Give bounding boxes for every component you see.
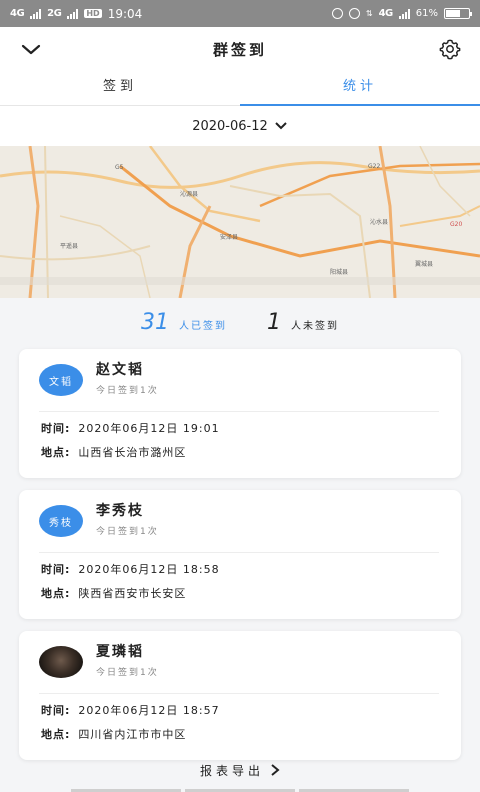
map-label: G5 [115, 164, 124, 171]
map-label: G22 [368, 163, 380, 170]
location-label: 地点: [41, 587, 71, 600]
chevron-down-icon [275, 122, 287, 130]
gear-icon[interactable] [439, 38, 461, 60]
signin-count: 今日签到1次 [96, 527, 159, 537]
battery-icon [444, 8, 472, 19]
divider [39, 693, 439, 694]
tab-statistics[interactable]: 统计 [240, 71, 480, 106]
map-label: 安泽县 [220, 233, 238, 241]
map-label: 沁水县 [370, 218, 388, 226]
record-card[interactable]: 夏璘韬 今日签到1次 时间: 2020年06月12日 18:57 地点: 四川省内江… [19, 631, 461, 760]
map-view[interactable]: G5 G22 沁源县 平遥县 沁水县 安泽县 G20 阳城县 翼城县 [0, 146, 480, 298]
tab-signin[interactable]: 签到 [0, 71, 240, 105]
time-label: 时间: [41, 422, 71, 435]
time-label: 时间: [41, 704, 71, 717]
network-label-2: 2G [47, 8, 62, 19]
unsigned-count: 1 [267, 310, 281, 335]
record-card[interactable]: 秀枝 李秀枝 今日签到1次 时间: 2020年06月12日 18:58 地点: 陕西… [19, 490, 461, 619]
divider [39, 552, 439, 553]
hd-badge: HD [84, 9, 102, 18]
map-roads: G5 G22 沁源县 平遥县 沁水县 安泽县 G20 阳城县 翼城县 [0, 146, 480, 298]
signin-count: 今日签到1次 [96, 386, 159, 396]
signin-time: 2020年06月12日 19:01 [78, 422, 220, 435]
location-label: 地点: [41, 446, 71, 459]
location-icon [331, 8, 343, 19]
signin-summary: 31 人已签到 1 人未签到 [0, 310, 480, 342]
map-label: 阳城县 [330, 268, 348, 276]
signal-icon [30, 8, 42, 19]
signin-location: 陕西省西安市长安区 [78, 587, 187, 600]
signin-location: 山西省长治市潞州区 [78, 446, 187, 459]
unsigned-label: 人未签到 [291, 321, 339, 332]
avatar: 秀枝 [39, 505, 83, 537]
signal-icon-3 [398, 8, 410, 19]
date-picker[interactable]: 2020-06-12 [0, 106, 480, 146]
chevron-right-icon [271, 764, 280, 776]
signal-icon-2 [67, 8, 79, 19]
signin-time: 2020年06月12日 18:57 [78, 704, 220, 717]
date-value: 2020-06-12 [192, 118, 268, 134]
avatar: 文韬 [39, 364, 83, 396]
status-bar: 4G 2G HD 19:04 ⇅ 4G 61% [0, 0, 480, 27]
export-report-button[interactable]: 报表导出 [0, 760, 480, 780]
signin-location: 四川省内江市市中区 [78, 728, 187, 741]
network-label-3: 4G [378, 8, 394, 19]
map-label: 平遥县 [60, 242, 78, 250]
network-label: 4G [10, 8, 25, 19]
signin-time: 2020年06月12日 18:58 [78, 563, 220, 576]
map-label: 翼城县 [415, 261, 433, 268]
signin-count: 今日签到1次 [96, 668, 159, 678]
clock: 19:04 [107, 6, 143, 21]
member-name: 夏璘韬 [96, 644, 144, 660]
tab-bar: 签到 统计 [0, 71, 480, 106]
data-speed-icon: ⇅ [365, 9, 373, 18]
member-name: 赵文韬 [96, 362, 144, 378]
map-label: 沁源县 [180, 190, 198, 198]
map-label: G20 [450, 221, 462, 228]
location-label: 地点: [41, 728, 71, 741]
page-title: 群签到 [212, 40, 267, 59]
signed-label: 人已签到 [179, 321, 227, 332]
divider [39, 411, 439, 412]
alarm-icon [348, 8, 360, 19]
record-card[interactable]: 文韬 赵文韬 今日签到1次 时间: 2020年06月12日 19:01 地点: 山西… [19, 349, 461, 478]
member-name: 李秀枝 [96, 503, 144, 519]
avatar [39, 646, 83, 678]
export-label: 报表导出 [199, 763, 264, 778]
chevron-down-icon[interactable] [20, 39, 42, 59]
signed-count: 31 [141, 310, 169, 335]
time-label: 时间: [41, 563, 71, 576]
battery-percent: 61% [415, 8, 438, 19]
app-header: 群签到 [0, 27, 480, 71]
